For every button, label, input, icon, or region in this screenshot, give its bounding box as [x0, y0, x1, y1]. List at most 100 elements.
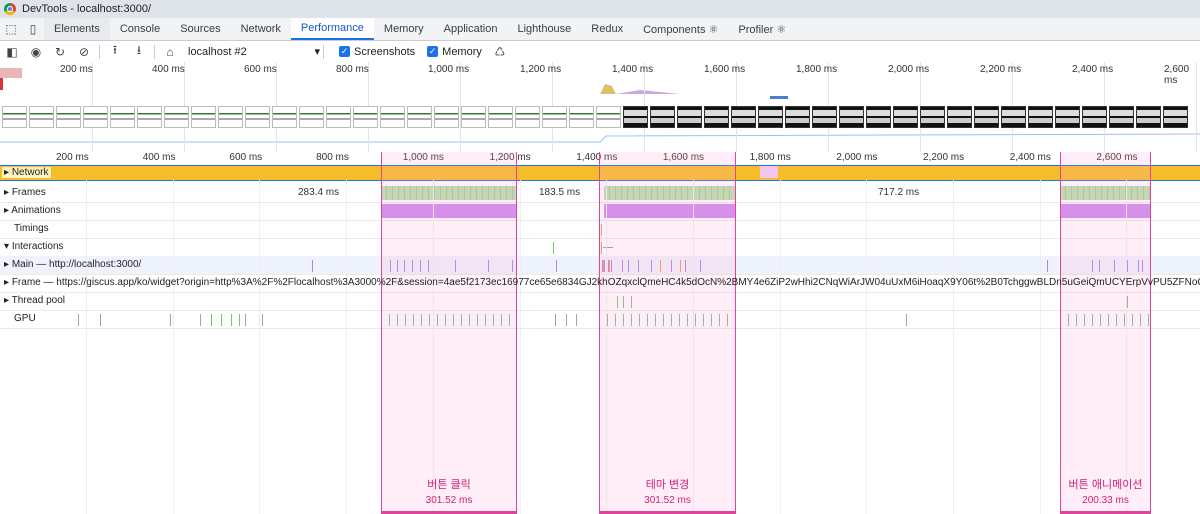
screenshot-thumbnail[interactable] [812, 106, 837, 128]
screenshot-thumbnail[interactable] [461, 106, 486, 128]
gpu-task-marker[interactable] [211, 314, 212, 326]
download-icon[interactable]: ⭳ [127, 41, 151, 62]
screenshot-thumbnail[interactable] [1055, 106, 1080, 128]
frame-duration: 283.4 ms [298, 187, 340, 198]
timeline-overview[interactable]: 200 ms 400 ms 600 ms 800 ms 1,000 ms 1,200 ms… [0, 62, 1200, 153]
annotation-region-theme-change[interactable]: 테마 변경 301.52 ms [599, 152, 736, 514]
tab-profiler[interactable]: Profiler ⚛ [728, 18, 796, 40]
screenshot-thumbnail[interactable] [731, 106, 756, 128]
tab-performance[interactable]: Performance [290, 18, 374, 40]
ruler-tick-label: 600 ms [229, 152, 263, 163]
upload-icon[interactable]: ⭱ [103, 41, 127, 62]
screenshot-thumbnail[interactable] [1028, 106, 1053, 128]
tab-network[interactable]: Network [231, 18, 291, 40]
screenshot-thumbnail[interactable] [434, 106, 459, 128]
annotation-region-button-animation[interactable]: 버튼 애니메이션 200.33 ms [1060, 152, 1151, 514]
tab-sources[interactable]: Sources [170, 18, 230, 40]
memory-checkbox[interactable]: ✓ Memory [427, 46, 482, 58]
screenshot-thumbnail[interactable] [137, 106, 162, 128]
screenshot-thumbnail[interactable] [1082, 106, 1107, 128]
tab-application[interactable]: Application [434, 18, 508, 40]
ruler-tick-label: 2,200 ms [923, 152, 965, 163]
screenshot-thumbnail[interactable] [272, 106, 297, 128]
screenshot-thumbnail[interactable] [974, 106, 999, 128]
screenshot-thumbnail[interactable] [515, 106, 540, 128]
screenshot-thumbnail[interactable] [677, 106, 702, 128]
screenshot-thumbnail[interactable] [758, 106, 783, 128]
tab-lighthouse[interactable]: Lighthouse [507, 18, 581, 40]
gpu-task-marker[interactable] [200, 314, 201, 326]
screenshot-thumbnail[interactable] [245, 106, 270, 128]
gpu-task-marker[interactable] [100, 314, 101, 326]
screenshot-thumbnail[interactable] [56, 106, 81, 128]
screenshot-thumbnail[interactable] [866, 106, 891, 128]
screenshot-thumbnail[interactable] [839, 106, 864, 128]
gpu-task-marker[interactable] [170, 314, 171, 326]
screenshot-thumbnail[interactable] [29, 106, 54, 128]
gpu-task-marker[interactable] [555, 314, 556, 326]
screenshot-thumbnail[interactable] [1001, 106, 1026, 128]
screenshot-thumbnail[interactable] [407, 106, 432, 128]
device-toolbar-icon[interactable]: ▯ [22, 18, 44, 40]
screenshot-thumbnail[interactable] [920, 106, 945, 128]
main-task-marker[interactable] [556, 260, 557, 272]
screenshot-thumbnail[interactable] [947, 106, 972, 128]
screenshot-thumbnail[interactable] [1109, 106, 1134, 128]
screenshots-checkbox[interactable]: ✓ Screenshots [339, 46, 415, 58]
screenshot-thumbnail[interactable] [353, 106, 378, 128]
gpu-task-marker[interactable] [262, 314, 263, 326]
screenshot-thumbnail[interactable] [623, 106, 648, 128]
screenshot-thumbnail[interactable] [1136, 106, 1161, 128]
inspect-element-icon[interactable]: ⬚ [0, 18, 22, 40]
home-icon[interactable]: ⌂ [158, 41, 182, 62]
overview-tick-label: 1,800 ms [796, 64, 838, 75]
screenshot-thumbnail[interactable] [2, 106, 27, 128]
timeline-grid-line [1039, 180, 1041, 514]
screenshot-thumbnail[interactable] [191, 106, 216, 128]
overview-tick-label: 600 ms [244, 64, 277, 75]
screenshot-thumbnail[interactable] [569, 106, 594, 128]
animations-track-label: ▸ Animations [4, 205, 61, 216]
ruler-tick-label: 2,400 ms [1009, 152, 1051, 163]
screenshot-thumbnail[interactable] [299, 106, 324, 128]
tab-elements[interactable]: Elements [44, 18, 110, 40]
reload-record-icon[interactable]: ↻ [48, 41, 72, 62]
gpu-task-marker[interactable] [576, 314, 577, 326]
annotation-region-button-click[interactable]: 버튼 클릭 301.52 ms [381, 152, 517, 514]
gpu-task-marker[interactable] [906, 314, 907, 326]
gpu-task-marker[interactable] [78, 314, 79, 326]
toggle-sidebar-icon[interactable]: ◧ [0, 41, 24, 62]
screenshot-thumbnail[interactable] [326, 106, 351, 128]
screenshot-thumbnail[interactable] [650, 106, 675, 128]
record-icon[interactable]: ◉ [24, 41, 48, 62]
tab-redux[interactable]: Redux [581, 18, 633, 40]
gpu-task-marker[interactable] [221, 314, 222, 326]
screenshot-thumbnail[interactable] [893, 106, 918, 128]
main-task-marker[interactable] [1047, 260, 1048, 272]
recording-select[interactable]: localhost #2 ▾ [188, 45, 320, 59]
interaction-marker[interactable] [553, 242, 554, 254]
screenshot-thumbnail[interactable] [110, 106, 135, 128]
screenshot-thumbnail[interactable] [164, 106, 189, 128]
screenshot-thumbnail[interactable] [596, 106, 621, 128]
collect-garbage-icon[interactable]: ♺ [488, 41, 512, 62]
ruler-tick-label: 400 ms [142, 152, 176, 163]
screenshot-thumbnail[interactable] [83, 106, 108, 128]
screenshot-thumbnail[interactable] [1163, 106, 1188, 128]
screenshot-thumbnail[interactable] [542, 106, 567, 128]
screenshot-thumbnail[interactable] [785, 106, 810, 128]
screenshot-thumbnail[interactable] [218, 106, 243, 128]
network-request-bar[interactable] [760, 166, 778, 178]
tab-components[interactable]: Components ⚛ [633, 18, 728, 40]
gpu-task-marker[interactable] [239, 314, 240, 326]
screenshot-thumbnail[interactable] [380, 106, 405, 128]
gpu-task-marker[interactable] [231, 314, 232, 326]
screenshot-thumbnail[interactable] [704, 106, 729, 128]
screenshot-thumbnail[interactable] [488, 106, 513, 128]
gpu-task-marker[interactable] [245, 314, 246, 326]
gpu-task-marker[interactable] [566, 314, 567, 326]
tab-memory[interactable]: Memory [374, 18, 434, 40]
tab-console[interactable]: Console [110, 18, 170, 40]
main-task-marker[interactable] [312, 260, 313, 272]
clear-icon[interactable]: ⊘ [72, 41, 96, 62]
